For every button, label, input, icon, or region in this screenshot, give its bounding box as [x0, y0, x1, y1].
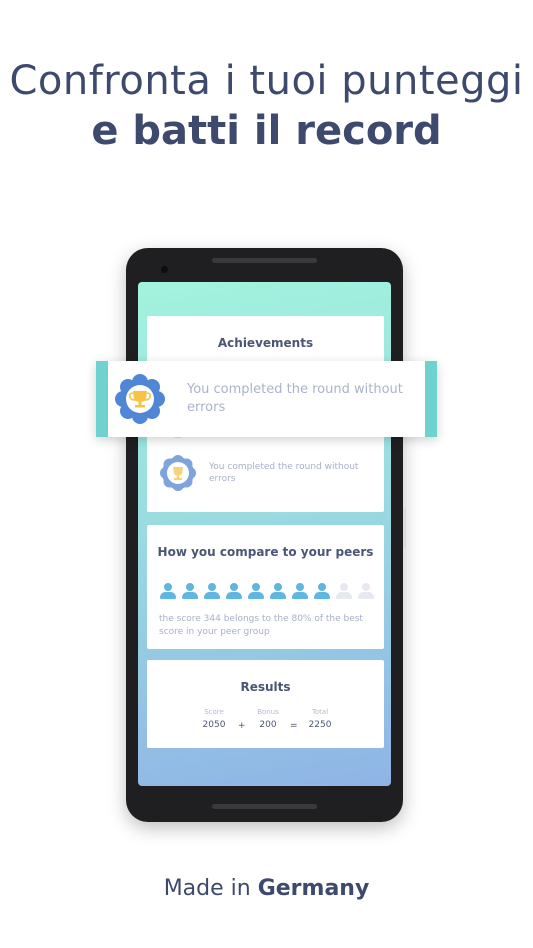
trophy-badge-icon	[160, 455, 196, 491]
peer-person-body	[292, 592, 308, 599]
peer-person-icon	[335, 581, 352, 601]
plus-sign: +	[238, 721, 246, 731]
peer-icons	[159, 581, 374, 601]
headline-line-2: e batti il record	[91, 108, 442, 154]
peer-person-head	[208, 583, 216, 591]
peer-person-head	[274, 583, 282, 591]
bonus-label: Bonus	[257, 708, 279, 716]
bonus-column: Bonus 200	[251, 708, 285, 730]
phone-speaker-top	[212, 258, 317, 263]
peer-person-body	[204, 592, 220, 599]
achievement-banner[interactable]: You completed the round without errors	[96, 361, 437, 437]
peer-person-head	[252, 583, 260, 591]
peer-person-icon	[247, 581, 264, 601]
peer-person-body	[226, 592, 242, 599]
peer-person-head	[362, 583, 370, 591]
peer-person-body	[270, 592, 286, 599]
score-column: Score 2050	[197, 708, 231, 730]
peers-description: the score 344 belongs to the 80% of the …	[159, 614, 363, 637]
peer-person-icon	[225, 581, 242, 601]
achievement-item[interactable]: You completed the round without errors	[159, 454, 379, 492]
achievements-title: Achievements	[217, 336, 314, 350]
peers-title: How you compare to your peers	[157, 545, 374, 559]
peer-person-body	[182, 592, 198, 599]
total-column: Total 2250	[303, 708, 337, 730]
peer-person-head	[230, 583, 238, 591]
headline-line-1: Confronta i tuoi punteggi	[9, 58, 524, 104]
peer-person-icon	[357, 581, 374, 601]
peer-person-head	[296, 583, 304, 591]
footer-prefix: Made in	[163, 876, 258, 901]
peer-person-head	[164, 583, 172, 591]
results-card: Results Score 2050 + Bonus 200 = Total 2…	[147, 660, 384, 748]
results-title: Results	[240, 680, 291, 694]
peer-person-head	[186, 583, 194, 591]
total-label: Total	[311, 708, 329, 716]
banner-text: You completed the round without errors	[187, 382, 403, 415]
peer-person-icon	[203, 581, 220, 601]
peer-person-body	[248, 592, 264, 599]
peer-person-icon	[313, 581, 330, 601]
peer-person-icon	[159, 581, 176, 601]
peers-card: How you compare to your peers the score …	[147, 525, 384, 649]
peer-person-icon	[291, 581, 308, 601]
peer-person-body	[358, 592, 374, 599]
achievement-item-text: You completed the round without errors	[209, 462, 359, 484]
phone-mockup: Achievements errors	[126, 248, 406, 822]
phone-camera	[161, 266, 168, 273]
phone-side-button	[403, 508, 406, 548]
peer-person-icon	[269, 581, 286, 601]
peer-person-body	[160, 592, 176, 599]
banner-accent-left	[96, 361, 108, 437]
peer-person-head	[340, 583, 348, 591]
peer-person-icon	[181, 581, 198, 601]
footer: Made in Germany	[0, 876, 533, 901]
score-value: 2050	[202, 720, 226, 730]
peer-person-head	[318, 583, 326, 591]
phone-speaker-bottom	[212, 804, 317, 809]
bonus-value: 200	[259, 720, 277, 730]
equals-sign: =	[290, 721, 298, 731]
peer-person-body	[336, 592, 352, 599]
score-label: Score	[204, 708, 224, 716]
total-value: 2250	[308, 720, 332, 730]
footer-country: Germany	[257, 876, 370, 901]
trophy-badge-icon	[115, 374, 165, 424]
peer-person-body	[314, 592, 330, 599]
phone-screen: Achievements errors	[138, 282, 391, 786]
